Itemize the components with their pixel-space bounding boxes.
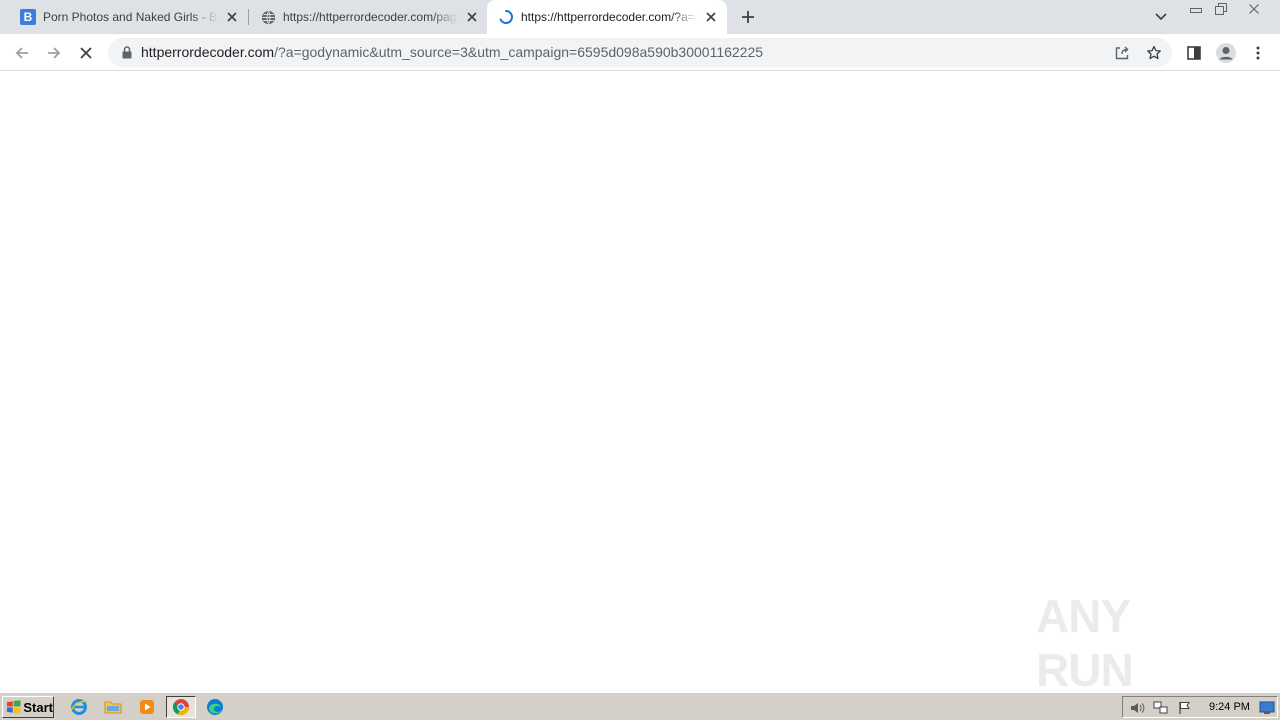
globe-icon <box>260 9 276 25</box>
side-panel-icon <box>1187 46 1201 60</box>
close-icon <box>1249 4 1259 14</box>
start-button[interactable]: Start <box>2 696 54 718</box>
anyrun-watermark: ANY RUN <box>1036 590 1236 696</box>
tab-boomba[interactable]: B Porn Photos and Naked Girls - Boomba <box>0 0 248 34</box>
system-tray: 9:24 PM <box>1122 696 1278 718</box>
restore-icon <box>1215 3 1227 15</box>
back-arrow-icon <box>15 47 28 59</box>
stop-icon <box>80 47 92 59</box>
tab-httperrordecoder-active[interactable]: https://httperrordecoder.com/?a=godynami… <box>487 0 727 34</box>
chrome-icon[interactable] <box>166 696 196 718</box>
forward-arrow-icon <box>48 47 61 59</box>
watermark-text: ANY RUN <box>1036 590 1134 696</box>
menu-button[interactable] <box>1245 40 1271 66</box>
tab-title: https://httperrordecoder.com/?a=godynami… <box>521 10 697 24</box>
browser-toolbar: httperrordecoder.com/?a=godynamic&utm_so… <box>0 34 1280 71</box>
bookmark-button[interactable] <box>1144 43 1164 63</box>
star-icon <box>1147 45 1161 60</box>
forward-button[interactable] <box>41 40 67 66</box>
tab-httperrordecoder-page[interactable]: https://httperrordecoder.com/page/ <box>240 0 488 34</box>
restore-button[interactable] <box>1208 0 1234 18</box>
page-content: ANY RUN <box>0 72 1280 696</box>
chevron-down-icon <box>1155 13 1167 21</box>
tab-title: Porn Photos and Naked Girls - Boomba <box>43 10 218 24</box>
show-desktop-icon[interactable] <box>1259 700 1275 716</box>
clock[interactable]: 9:24 PM <box>1209 701 1250 713</box>
close-icon[interactable] <box>703 9 719 25</box>
kebab-menu-icon <box>1256 46 1260 60</box>
internet-explorer-icon[interactable] <box>68 697 90 717</box>
windows-flag-icon <box>6 700 21 714</box>
media-player-icon[interactable] <box>136 697 158 717</box>
letter-b-favicon: B <box>20 9 36 25</box>
tab-search-button[interactable] <box>1150 7 1172 27</box>
side-panel-button[interactable] <box>1181 40 1207 66</box>
volume-icon[interactable] <box>1129 700 1145 716</box>
loading-spinner-icon <box>498 9 514 25</box>
new-tab-button[interactable] <box>736 6 760 28</box>
share-icon <box>1115 46 1129 60</box>
url-domain: httperrordecoder.com <box>141 44 275 60</box>
plus-icon <box>742 11 754 23</box>
address-bar[interactable]: httperrordecoder.com/?a=godynamic&utm_so… <box>108 38 1172 67</box>
url-text[interactable]: httperrordecoder.com/?a=godynamic&utm_so… <box>141 44 763 60</box>
tab-title: https://httperrordecoder.com/page/ <box>283 10 458 24</box>
minimize-icon <box>1190 8 1202 13</box>
share-button[interactable] <box>1112 43 1132 63</box>
file-explorer-icon[interactable] <box>102 697 124 717</box>
avatar-icon <box>1216 43 1236 63</box>
minimize-button[interactable] <box>1184 0 1208 18</box>
url-path: /?a=godynamic&utm_source=3&utm_campaign=… <box>274 44 764 60</box>
start-label: Start <box>23 699 53 715</box>
action-center-flag-icon[interactable] <box>1177 700 1193 716</box>
back-button[interactable] <box>9 40 35 66</box>
edge-icon[interactable] <box>204 697 226 717</box>
taskbar: Start 9:24 PM <box>0 692 1280 720</box>
close-icon[interactable] <box>224 9 240 25</box>
network-icon[interactable] <box>1153 700 1169 716</box>
tab-strip: B Porn Photos and Naked Girls - Boomba h… <box>0 0 1280 34</box>
stop-button[interactable] <box>73 40 99 66</box>
lock-icon[interactable] <box>120 45 134 60</box>
profile-button[interactable] <box>1213 40 1239 66</box>
window-close-button[interactable] <box>1236 0 1272 18</box>
close-icon[interactable] <box>464 9 480 25</box>
